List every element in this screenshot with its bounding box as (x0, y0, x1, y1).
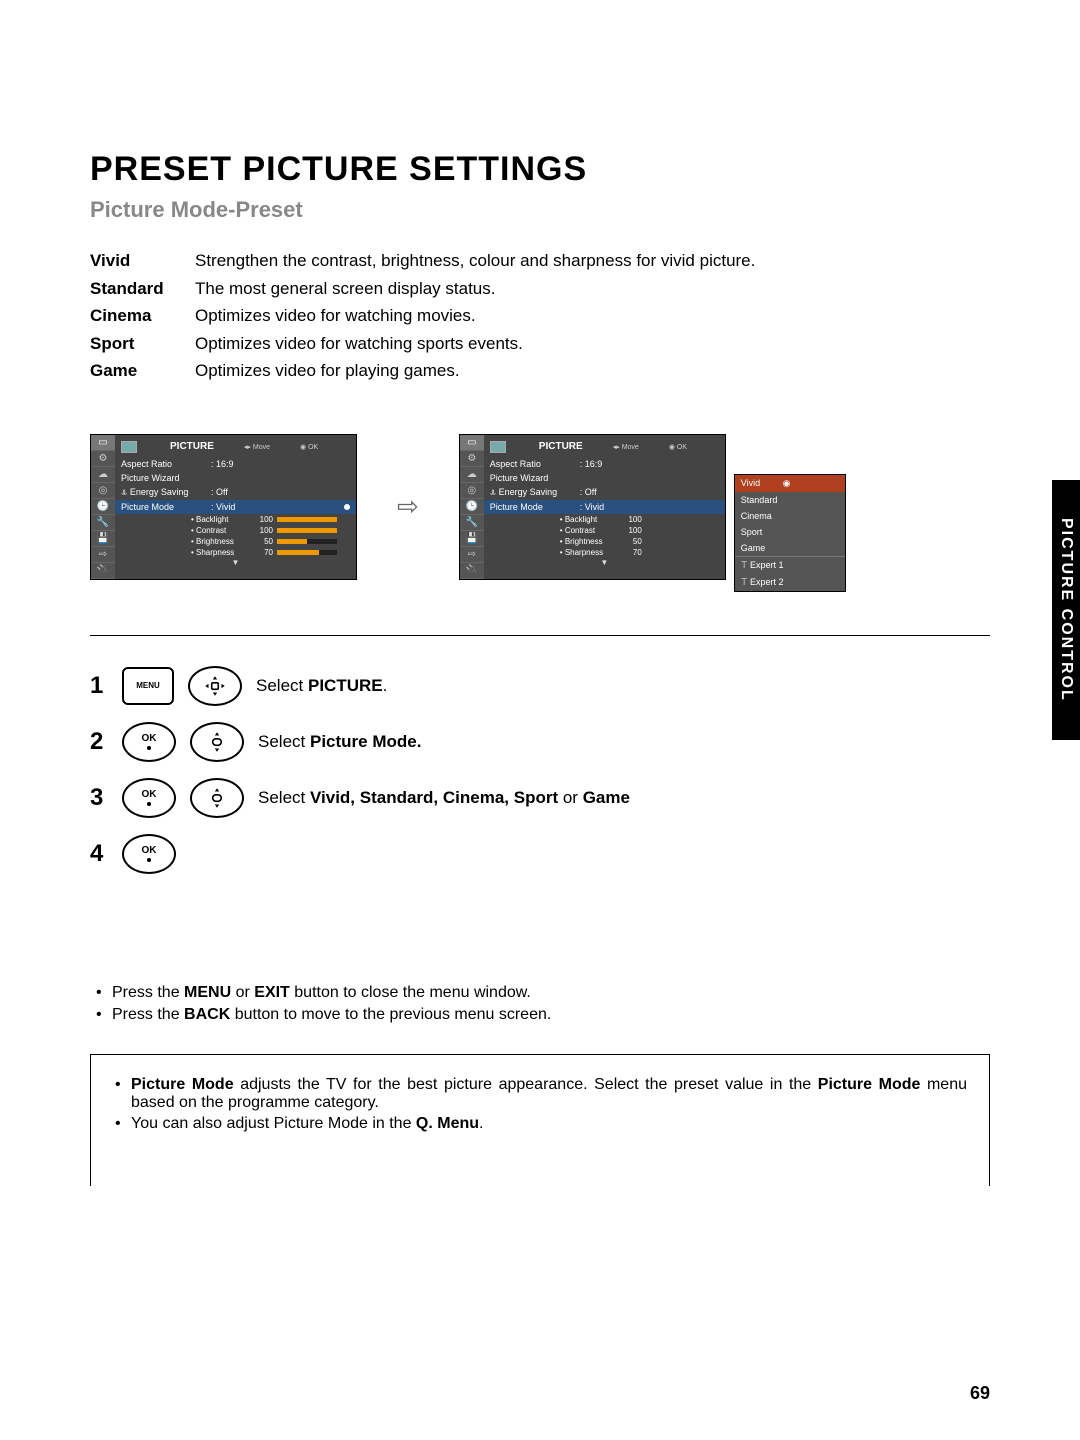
step-2: 2 OK Select Picture Mode. (90, 722, 990, 762)
arrow-right-icon: ⇨ (397, 491, 419, 522)
mode-desc: Optimizes video for playing games. (195, 358, 990, 384)
osd-item: Aspect Ratio (121, 459, 211, 469)
osd-title: PICTURE (170, 441, 214, 452)
more-arrow-icon: ▼ (121, 558, 350, 567)
mode-label: Vivid (90, 248, 195, 274)
mode-label: Standard (90, 276, 195, 302)
ok-button-icon: OK (122, 834, 176, 874)
tool-icon: 🔧 (91, 515, 115, 531)
osd-hint-ok: ◉ OK (300, 443, 318, 451)
tv-icon: ▭ (91, 435, 115, 451)
note: Press the BACK button to move to the pre… (90, 1006, 990, 1024)
osd-illustration-row: ▭ ⚙ ☁ ◎ 🕒 🔧 💾 ⇨ 🔌 PICTURE ◂▸ Move ◉ OK Asp… (90, 434, 990, 580)
nav-button-icon (190, 778, 244, 818)
notebox-item: You can also adjust Picture Mode in the … (113, 1115, 967, 1133)
separator (90, 635, 990, 636)
cloud-icon: ☁ (91, 467, 115, 483)
nav-button-icon (190, 722, 244, 762)
dropdown-item: Standard (735, 492, 845, 508)
dropdown-item: ꔋ Expert 1 (735, 556, 845, 574)
note: Press the MENU or EXIT button to close t… (90, 984, 990, 1002)
mode-descriptions: VividStrengthen the contrast, brightness… (90, 248, 990, 384)
mode-desc: The most general screen display status. (195, 276, 990, 302)
side-tab: PICTURE CONTROL (1052, 480, 1080, 740)
steps: 1 MENU Select PICTURE. 2 OK Select Pictu… (90, 666, 990, 874)
input-icon: ⇨ (91, 547, 115, 563)
target-icon: ◎ (91, 483, 115, 499)
clock-icon: 🕒 (91, 499, 115, 515)
mode-desc: Optimizes video for watching movies. (195, 303, 990, 329)
mode-desc: Optimizes video for watching sports even… (195, 331, 990, 357)
nav-button-icon (188, 666, 242, 706)
dropdown-item: Cinema (735, 508, 845, 524)
osd-item: Picture Wizard (121, 473, 211, 483)
page-title: PRESET PICTURE SETTINGS (90, 150, 990, 189)
dropdown-item: Game (735, 540, 845, 556)
osd-item: ꕊ Energy Saving (121, 487, 211, 498)
menu-button-icon: MENU (122, 667, 174, 705)
mode-label: Game (90, 358, 195, 384)
slider-bar (277, 517, 337, 522)
mode-label: Sport (90, 331, 195, 357)
osd-hint-move: ◂▸ Move (244, 443, 270, 451)
ok-button-icon: OK (122, 778, 176, 818)
tv-icon (121, 441, 137, 453)
note-box: Picture Mode adjusts the TV for the best… (90, 1054, 990, 1186)
step-1: 1 MENU Select PICTURE. (90, 666, 990, 706)
notebox-item: Picture Mode adjusts the TV for the best… (113, 1076, 967, 1112)
osd-screenshot-2: ▭⚙☁◎🕒🔧💾⇨🔌 PICTURE◂▸ Move◉ OK Aspect Rati… (459, 434, 726, 580)
osd-screenshot-1: ▭ ⚙ ☁ ◎ 🕒 🔧 💾 ⇨ 🔌 PICTURE ◂▸ Move ◉ OK Asp… (90, 434, 357, 580)
usb-icon: 🔌 (91, 563, 115, 579)
osd-item-highlighted: Picture Mode: Vivid (115, 500, 356, 514)
ok-button-icon: OK (122, 722, 176, 762)
drive-icon: 💾 (91, 531, 115, 547)
dropdown-item: Sport (735, 524, 845, 540)
step-4: 4 OK (90, 834, 990, 874)
dropdown-item: ꔋ Expert 2 (735, 574, 845, 591)
osd-sidebar: ▭⚙☁◎🕒🔧💾⇨🔌 (460, 435, 484, 579)
step-3: 3 OK Select Vivid, Standard, Cinema, Spo… (90, 778, 990, 818)
mode-label: Cinema (90, 303, 195, 329)
footer-notes: Press the MENU or EXIT button to close t… (90, 984, 990, 1024)
osd-dropdown: Vivid ◉ Standard Cinema Sport Game ꔋ Exp… (734, 474, 846, 592)
osd-sidebar: ▭ ⚙ ☁ ◎ 🕒 🔧 💾 ⇨ 🔌 (91, 435, 115, 579)
dot-icon (344, 504, 350, 510)
osd-screenshot-2-wrap: ▭⚙☁◎🕒🔧💾⇨🔌 PICTURE◂▸ Move◉ OK Aspect Rati… (459, 434, 726, 580)
gear-icon: ⚙ (91, 451, 115, 467)
dropdown-item-selected: Vivid ◉ (735, 475, 845, 492)
page-subtitle: Picture Mode-Preset (90, 197, 990, 223)
page-number: 69 (970, 1383, 990, 1404)
mode-desc: Strengthen the contrast, brightness, col… (195, 248, 990, 274)
